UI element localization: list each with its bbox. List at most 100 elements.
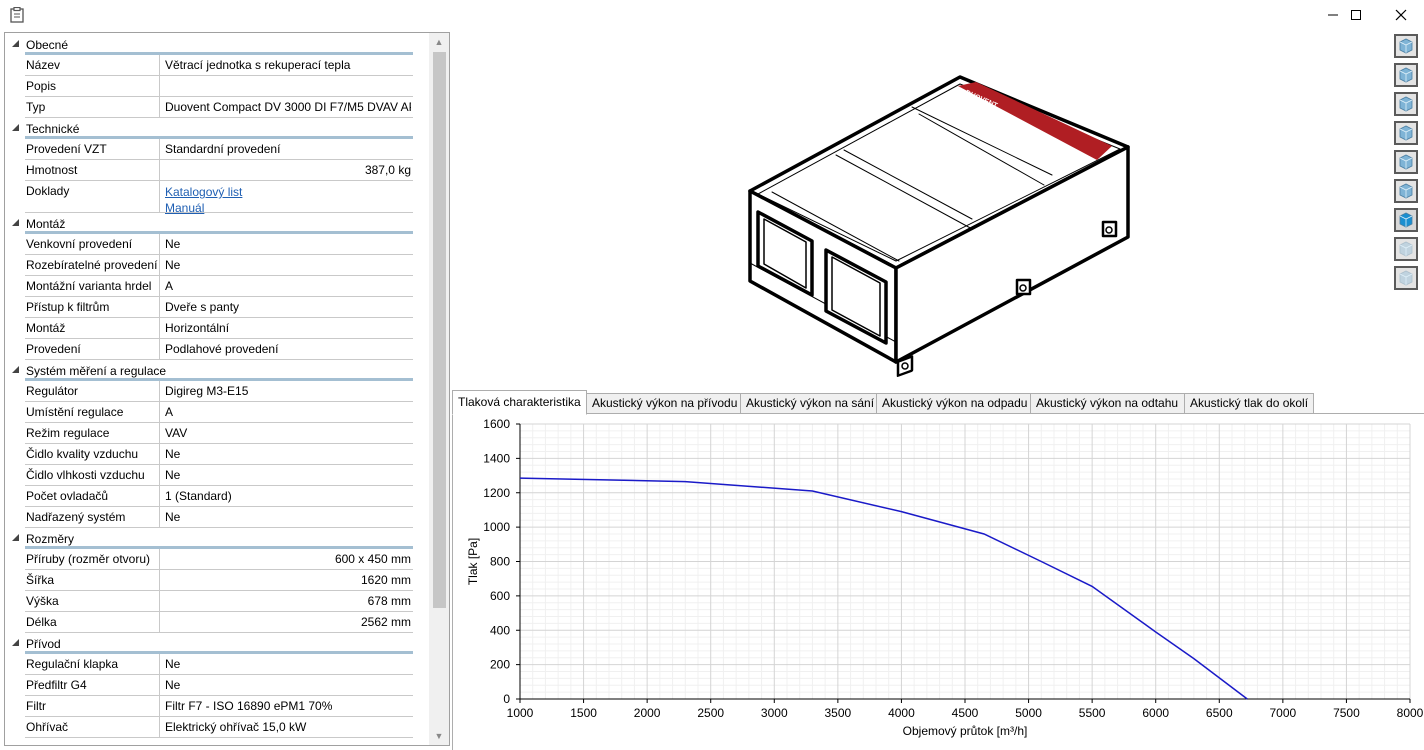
- property-value[interactable]: Standardní provedení: [165, 142, 411, 156]
- property-value[interactable]: Dveře s panty: [165, 300, 411, 314]
- property-row[interactable]: Hmotnost 387,0 kg: [25, 160, 413, 181]
- property-row[interactable]: Popis: [25, 76, 413, 97]
- collapse-triangle-icon[interactable]: [12, 534, 19, 541]
- tab[interactable]: Akustický tlak do okolí: [1184, 393, 1314, 414]
- property-row[interactable]: Čidlo kvality vzduchu Ne: [25, 444, 413, 465]
- collapse-triangle-icon[interactable]: [12, 40, 19, 47]
- property-name: Čidlo vlhkosti vzduchu: [25, 465, 160, 485]
- property-value[interactable]: Filtr F7 - ISO 16890 ePM1 70%: [165, 699, 411, 713]
- property-row[interactable]: Délka 2562 mm: [25, 612, 413, 633]
- property-row[interactable]: Provedení VZT Standardní provedení: [25, 139, 413, 160]
- property-row[interactable]: Venkovní provedení Ne: [25, 234, 413, 255]
- clipboard-icon[interactable]: [10, 7, 24, 23]
- property-row[interactable]: Umístění regulace A: [25, 402, 413, 423]
- property-row[interactable]: Montáž Horizontální: [25, 318, 413, 339]
- property-value[interactable]: A: [165, 279, 411, 293]
- property-value[interactable]: Horizontální: [165, 321, 411, 335]
- property-value[interactable]: Ne: [165, 678, 411, 692]
- property-row[interactable]: Čidlo vlhkosti vzduchu Ne: [25, 465, 413, 486]
- view-button[interactable]: [1394, 179, 1418, 203]
- property-value[interactable]: 600 x 450 mm: [165, 552, 411, 566]
- close-button[interactable]: [1378, 0, 1424, 30]
- view-button[interactable]: [1394, 150, 1418, 174]
- property-row[interactable]: Název Větrací jednotka s rekuperací tepla: [25, 55, 413, 76]
- property-value[interactable]: A: [165, 405, 411, 419]
- close-icon: [1395, 9, 1407, 21]
- property-row[interactable]: Výška 678 mm: [25, 591, 413, 612]
- property-value[interactable]: VAV: [165, 426, 411, 440]
- property-value[interactable]: Ne: [165, 258, 411, 272]
- transparent-view-icon: [1399, 270, 1413, 286]
- property-row[interactable]: Filtr Filtr F7 - ISO 16890 ePM1 70%: [25, 696, 413, 717]
- property-value[interactable]: Ne: [165, 510, 411, 524]
- category-header[interactable]: Technické: [5, 118, 429, 139]
- property-value[interactable]: Duovent Compact DV 3000 DI F7/M5 DVAV AP: [165, 100, 411, 114]
- tab[interactable]: Akustický výkon na odtahu: [1030, 393, 1185, 414]
- collapse-triangle-icon[interactable]: [12, 124, 19, 131]
- view-button[interactable]: [1394, 208, 1418, 232]
- property-value[interactable]: 1 (Standard): [165, 489, 411, 503]
- tab[interactable]: Akustický výkon na sání: [740, 393, 877, 414]
- scroll-down-icon[interactable]: ▼: [429, 727, 449, 745]
- view-button[interactable]: [1394, 34, 1418, 58]
- view-button[interactable]: [1394, 237, 1418, 261]
- scroll-thumb[interactable]: [433, 52, 446, 608]
- property-row[interactable]: Ohřívač Elektrický ohřívač 15,0 kW: [25, 717, 413, 738]
- category-header[interactable]: Přívod: [5, 633, 429, 654]
- property-row[interactable]: Typ Duovent Compact DV 3000 DI F7/M5 DVAV…: [25, 97, 413, 118]
- tab[interactable]: Akustický výkon na odpadu: [876, 393, 1031, 414]
- x-tick-label: 1500: [570, 706, 597, 720]
- property-name: Regulátor: [25, 381, 160, 401]
- maximize-button[interactable]: [1333, 0, 1379, 30]
- property-row[interactable]: Příruby (rozměr otvoru) 600 x 450 mm: [25, 549, 413, 570]
- collapse-triangle-icon[interactable]: [12, 219, 19, 226]
- y-tick-label: 200: [490, 658, 510, 672]
- view-button[interactable]: [1394, 121, 1418, 145]
- property-name: Výška: [25, 591, 160, 611]
- unit-3d-model[interactable]: DUOVENT COMPACT DV: [452, 32, 1424, 390]
- property-value[interactable]: Ne: [165, 657, 411, 671]
- collapse-triangle-icon[interactable]: [12, 639, 19, 646]
- property-row[interactable]: Doklady Katalogový list Manuál: [25, 181, 413, 215]
- view-button[interactable]: [1394, 266, 1418, 290]
- document-link[interactable]: Katalogový list: [165, 184, 411, 200]
- property-value[interactable]: Elektrický ohřívač 15,0 kW: [165, 720, 411, 734]
- property-row[interactable]: Regulátor Digireg M3-E15: [25, 381, 413, 402]
- x-tick-label: 5500: [1079, 706, 1106, 720]
- tab[interactable]: Akustický výkon na přívodu: [586, 393, 741, 414]
- x-tick-label: 2500: [697, 706, 724, 720]
- property-row[interactable]: Režim regulace VAV: [25, 423, 413, 444]
- property-row[interactable]: Regulační klapka Ne: [25, 654, 413, 675]
- property-row[interactable]: Montážní varianta hrdel A: [25, 276, 413, 297]
- view-button[interactable]: [1394, 92, 1418, 116]
- property-value[interactable]: Ne: [165, 237, 411, 251]
- property-row[interactable]: Počet ovladačů 1 (Standard): [25, 486, 413, 507]
- property-value[interactable]: Digireg M3-E15: [165, 384, 411, 398]
- property-row[interactable]: Provedení Podlahové provedení: [25, 339, 413, 360]
- property-value[interactable]: Podlahové provedení: [165, 342, 411, 356]
- category-header[interactable]: Systém měření a regulace: [5, 360, 429, 381]
- category-header[interactable]: Montáž: [5, 213, 429, 234]
- category-header[interactable]: Rozměry: [5, 528, 429, 549]
- property-value[interactable]: 2562 mm: [165, 615, 411, 629]
- x-tick-label: 4000: [888, 706, 915, 720]
- property-scrollbar[interactable]: ▲ ▼: [429, 33, 449, 745]
- property-row[interactable]: Předfiltr G4 Ne: [25, 675, 413, 696]
- property-row[interactable]: Nadřazený systém Ne: [25, 507, 413, 528]
- view-button[interactable]: [1394, 63, 1418, 87]
- model-viewport[interactable]: DUOVENT COMPACT DV: [452, 32, 1424, 390]
- property-value[interactable]: Ne: [165, 468, 411, 482]
- property-value[interactable]: 678 mm: [165, 594, 411, 608]
- property-value[interactable]: Větrací jednotka s rekuperací tepla: [165, 58, 411, 72]
- property-row[interactable]: Šířka 1620 mm: [25, 570, 413, 591]
- collapse-triangle-icon[interactable]: [12, 366, 19, 373]
- property-value[interactable]: 387,0 kg: [165, 163, 411, 177]
- property-name: Přístup k filtrům: [25, 297, 160, 317]
- property-value[interactable]: Ne: [165, 447, 411, 461]
- category-header[interactable]: Obecné: [5, 34, 429, 55]
- property-row[interactable]: Rozebíratelné provedení Ne: [25, 255, 413, 276]
- property-value[interactable]: 1620 mm: [165, 573, 411, 587]
- tab[interactable]: Tlaková charakteristika: [452, 390, 587, 415]
- property-row[interactable]: Přístup k filtrům Dveře s panty: [25, 297, 413, 318]
- scroll-up-icon[interactable]: ▲: [429, 33, 449, 51]
